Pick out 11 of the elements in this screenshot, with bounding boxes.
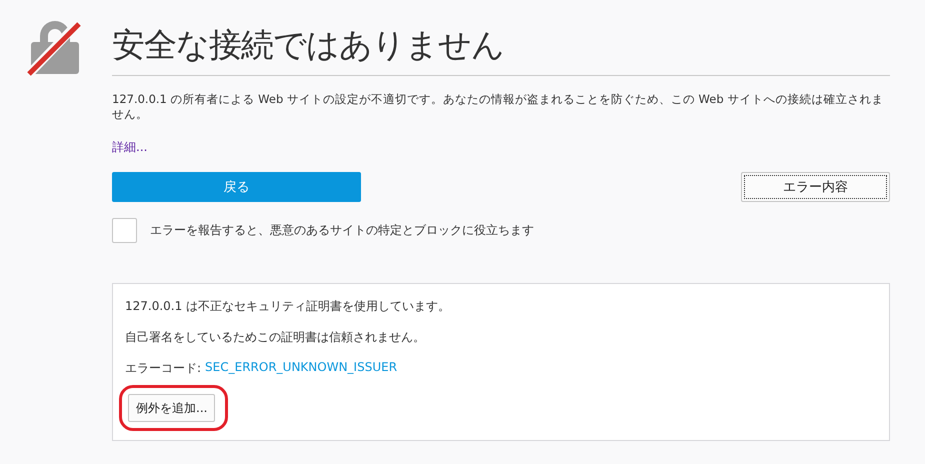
error-code-label: エラーコード: (125, 360, 202, 377)
page-title: 安全な接続ではありません (112, 24, 505, 66)
error-details-button[interactable]: エラー内容 (741, 172, 890, 202)
checkbox-label: エラーを報告すると、悪意のあるサイトの特定とブロックに役立ちます (150, 222, 534, 239)
add-exception-button[interactable]: 例外を追加... (128, 394, 216, 422)
broken-lock-icon (26, 20, 84, 78)
report-checkbox[interactable] (112, 218, 137, 243)
panel-text: 自己署名をしているためこの証明書は信頼されません。 (125, 329, 426, 346)
description-text: 127.0.0.1 の所有者による Web サイトの設定が不適切です。あなたの情報が盗まれることを防ぐため、この Web サイトへの接続は確立されません。 (112, 92, 884, 122)
panel-text: 127.0.0.1 は不正なセキュリティ証明書を使用しています。 (125, 298, 452, 315)
details-link[interactable]: 詳細... (112, 139, 148, 156)
